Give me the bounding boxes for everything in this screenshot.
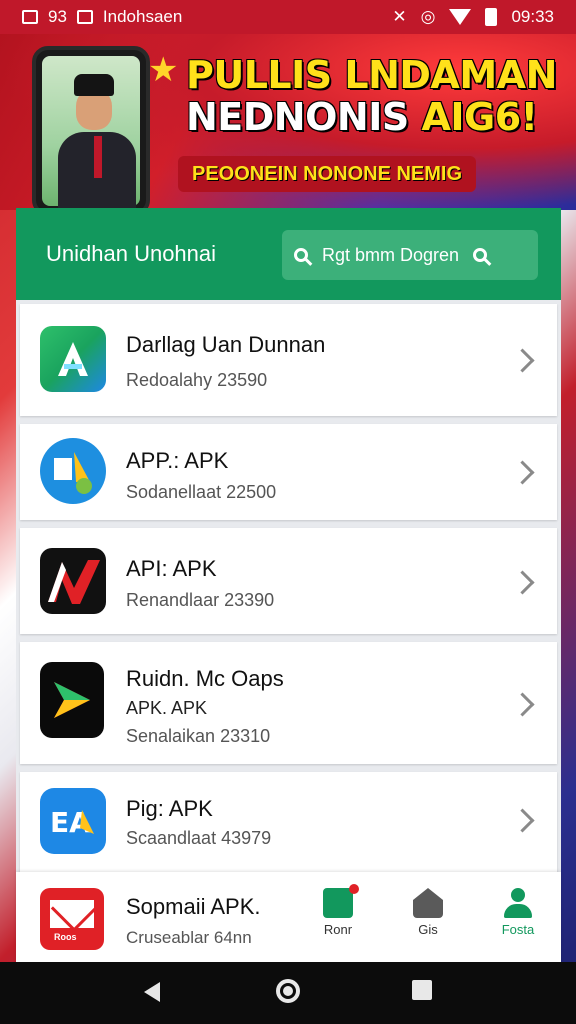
app-list-panel: Unidhan Unohnai Rgt bmm Dogren Darllag U… <box>16 208 561 874</box>
battery-icon <box>485 8 498 26</box>
app-badge: Roos <box>54 932 77 942</box>
recents-button[interactable] <box>412 980 432 1000</box>
banner-title: PULLIS LNDAMAN NEDNONIS AIG6! <box>186 54 566 138</box>
app-meta: Redoalahy 23590 <box>126 370 268 390</box>
app-subtitle: APK. APK <box>126 698 208 718</box>
chevron-right-icon <box>510 460 535 485</box>
panel-title: Unidhan Unohnai <box>46 241 217 266</box>
app-meta: Senalaikan 23310 <box>126 726 271 746</box>
chevron-right-icon <box>510 808 535 833</box>
clock: 09:33 <box>511 7 554 26</box>
status-bar: 93 Indohsaen ✕ ◎ 09:33 <box>0 0 576 34</box>
panel-header: Unidhan Unohnai Rgt bmm Dogren <box>16 208 561 300</box>
bottom-app-meta: Cruseablar 64nn <box>126 928 252 947</box>
app-meta: Scaandlaat 43979 <box>126 828 272 848</box>
app-meta: Sodanellaat 22500 <box>126 482 277 502</box>
app-name: Darllag Uan Dunnan <box>126 332 326 357</box>
tab-label: Ronr <box>323 922 353 937</box>
app-a-icon <box>40 326 106 392</box>
list-item[interactable]: API: APK Renandlaar 23390 <box>20 528 557 634</box>
app-ea-icon: EA <box>40 788 106 854</box>
wifi-icon <box>449 9 472 25</box>
mail-app-icon[interactable]: Roos <box>40 888 104 950</box>
chevron-right-icon <box>510 570 535 595</box>
banner-subtitle: PEOONEIN NONONE NEMIG <box>178 156 477 192</box>
app-name: Ruidn. Mc Oaps <box>126 666 284 691</box>
tab-label: Gis <box>418 922 438 937</box>
app-name: API: APK <box>126 556 217 581</box>
back-button[interactable] <box>144 982 160 1002</box>
banner-title-line2-accent: AIG6! <box>421 95 538 139</box>
chevron-right-icon <box>510 692 535 717</box>
store-icon <box>323 884 359 918</box>
system-nav-bar <box>0 962 576 1024</box>
chevron-right-icon <box>510 348 535 373</box>
app-name: APP.: APK <box>126 448 229 473</box>
vibrate-icon: ✕ <box>392 7 407 26</box>
home-icon <box>413 888 443 918</box>
image-icon <box>76 10 93 24</box>
list-item[interactable]: Ruidn. Mc Oaps APK. APK Senalaikan 23310 <box>20 642 557 764</box>
carrier-name: Indohsaen <box>102 7 183 26</box>
alarm-icon: ◎ <box>420 7 436 26</box>
app-meta: Renandlaar 23390 <box>126 590 275 610</box>
profile-icon <box>503 888 533 918</box>
notification-icon <box>22 10 38 24</box>
tab-fosta[interactable]: Fosta <box>486 888 550 937</box>
app-puzzle-icon <box>40 438 106 504</box>
home-button[interactable] <box>276 979 300 1003</box>
tab-ronr[interactable]: Ronr <box>306 884 370 937</box>
promo-banner[interactable]: ★ PULLIS LNDAMAN NEDNONIS AIG6! PEOONEIN… <box>0 34 576 210</box>
bottom-app-name: Sopmaii APK. <box>126 894 261 919</box>
search-input[interactable]: Rgt bmm Dogren <box>282 230 538 280</box>
search-icon <box>294 248 308 262</box>
status-left-number: 93 <box>48 7 67 26</box>
app-arrow-icon <box>40 662 104 738</box>
banner-title-line1: PULLIS LNDAMAN <box>186 53 557 97</box>
bottom-bar: Roos Sopmaii APK. Cruseablar 64nn Ronr G… <box>16 872 561 962</box>
banner-title-line2: NEDNONIS <box>186 95 422 139</box>
app-name: Pig: APK <box>126 796 213 821</box>
app-n-icon <box>40 548 106 614</box>
list-item[interactable]: APP.: APK Sodanellaat 22500 <box>20 424 557 520</box>
tab-label: Fosta <box>501 922 535 937</box>
phone-illustration <box>32 46 150 210</box>
list-item[interactable]: Darllag Uan Dunnan Redoalahy 23590 <box>20 304 557 416</box>
list-item[interactable]: EA Pig: APK Scaandlaat 43979 <box>20 772 557 874</box>
search-submit-icon[interactable] <box>473 248 488 262</box>
search-placeholder: Rgt bmm Dogren <box>322 244 460 265</box>
tab-gis[interactable]: Gis <box>396 888 460 937</box>
star-icon: ★ <box>148 51 179 89</box>
